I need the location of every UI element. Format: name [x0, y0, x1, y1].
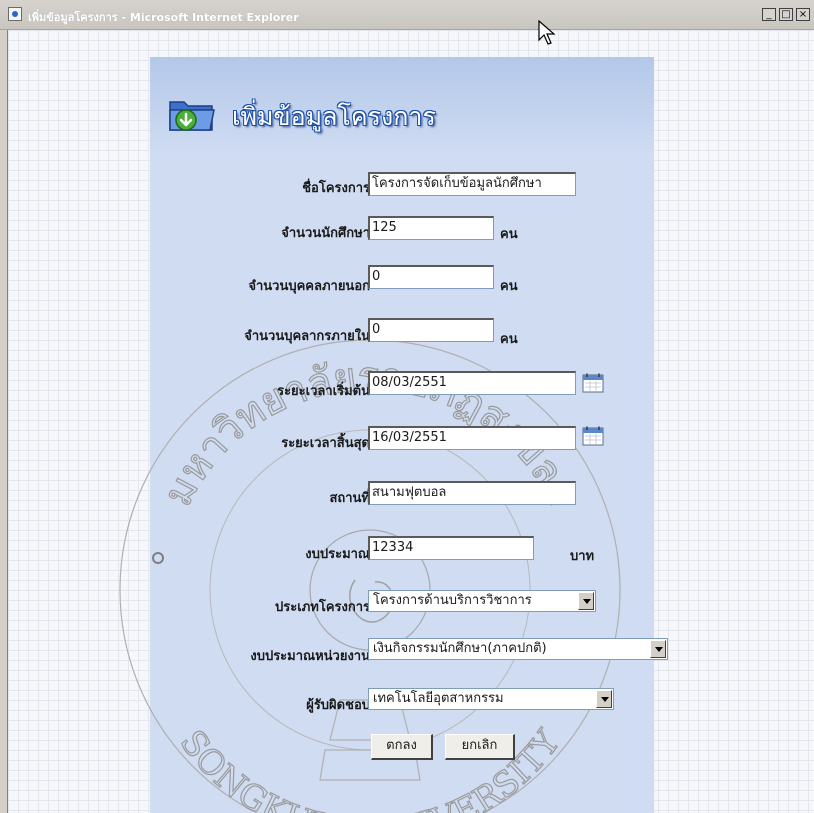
minimize-button[interactable]: _	[762, 8, 776, 21]
ie-page-icon	[8, 7, 22, 21]
folder-add-icon	[169, 101, 215, 131]
external-count-label: จำนวนบุคคลภายนอก	[248, 279, 370, 294]
location-field[interactable]: สนามฟุตบอล	[368, 481, 576, 505]
internal-count-unit: คน	[500, 332, 518, 347]
form-title: เพิ่มข้อมูลโครงการ	[232, 102, 436, 131]
mouse-cursor-icon	[538, 20, 556, 45]
budget-unit-value: เงินกิจกรรมนักศึกษา(ภาคปกติ)	[373, 641, 547, 656]
internal-count-field[interactable]: 0	[368, 318, 494, 342]
window-left-border	[0, 30, 8, 813]
end-date-field[interactable]: 16/03/2551	[368, 426, 576, 450]
responsible-value: เทคโนโลยีอุตสาหกรรม	[373, 691, 504, 706]
student-count-field[interactable]: 125	[368, 216, 494, 240]
external-count-field[interactable]: 0	[368, 265, 494, 289]
student-count-unit: คน	[500, 227, 518, 242]
budget-unit-select[interactable]: เงินกิจกรรมนักศึกษา(ภาคปกติ)	[368, 638, 668, 660]
close-button[interactable]: ×	[796, 8, 810, 21]
budget-label: งบประมาณ	[305, 547, 370, 562]
window-title: เพิ่มข้อมูลโครงการ - Microsoft Internet …	[28, 11, 299, 24]
window-title-bar[interactable]: เพิ่มข้อมูลโครงการ - Microsoft Internet …	[0, 0, 814, 30]
calendar-icon[interactable]	[582, 426, 604, 446]
responsible-select[interactable]: เทคโนโลยีอุตสาหกรรม	[368, 688, 614, 710]
chevron-down-icon[interactable]	[596, 690, 612, 708]
cancel-button[interactable]: ยกเลิก	[445, 734, 515, 760]
ok-button[interactable]: ตกลง	[371, 734, 433, 760]
external-count-unit: คน	[500, 279, 518, 294]
student-count-label: จำนวนนักศึกษา	[281, 226, 370, 241]
budget-unit: บาท	[570, 549, 595, 564]
calendar-icon[interactable]	[582, 373, 604, 393]
budget-unit-label: งบประมาณหน่วยงาน	[250, 649, 370, 664]
chevron-down-icon[interactable]	[650, 640, 666, 658]
project-type-label: ประเภทโครงการ	[275, 600, 370, 615]
chevron-down-icon[interactable]	[578, 592, 594, 610]
budget-field[interactable]: 12334	[368, 536, 534, 560]
start-date-field[interactable]: 08/03/2551	[368, 371, 576, 395]
project-name-field[interactable]: โครงการจัดเก็บข้อมูลนักศึกษา	[368, 172, 576, 196]
internal-count-label: จำนวนบุคลากรภายใน	[244, 329, 370, 344]
project-type-value: โครงการด้านบริการวิชาการ	[373, 593, 532, 608]
end-date-label: ระยะเวลาสิ้นสุด	[281, 436, 370, 451]
maximize-button[interactable]: □	[779, 8, 793, 21]
responsible-label: ผู้รับผิดชอบ	[306, 698, 370, 713]
start-date-label: ระยะเวลาเริ่มต้น	[277, 384, 370, 399]
location-label: สถานที่	[329, 491, 370, 506]
project-name-label: ชื่อโครงการ	[302, 181, 370, 196]
project-type-select[interactable]: โครงการด้านบริการวิชาการ	[368, 590, 596, 612]
